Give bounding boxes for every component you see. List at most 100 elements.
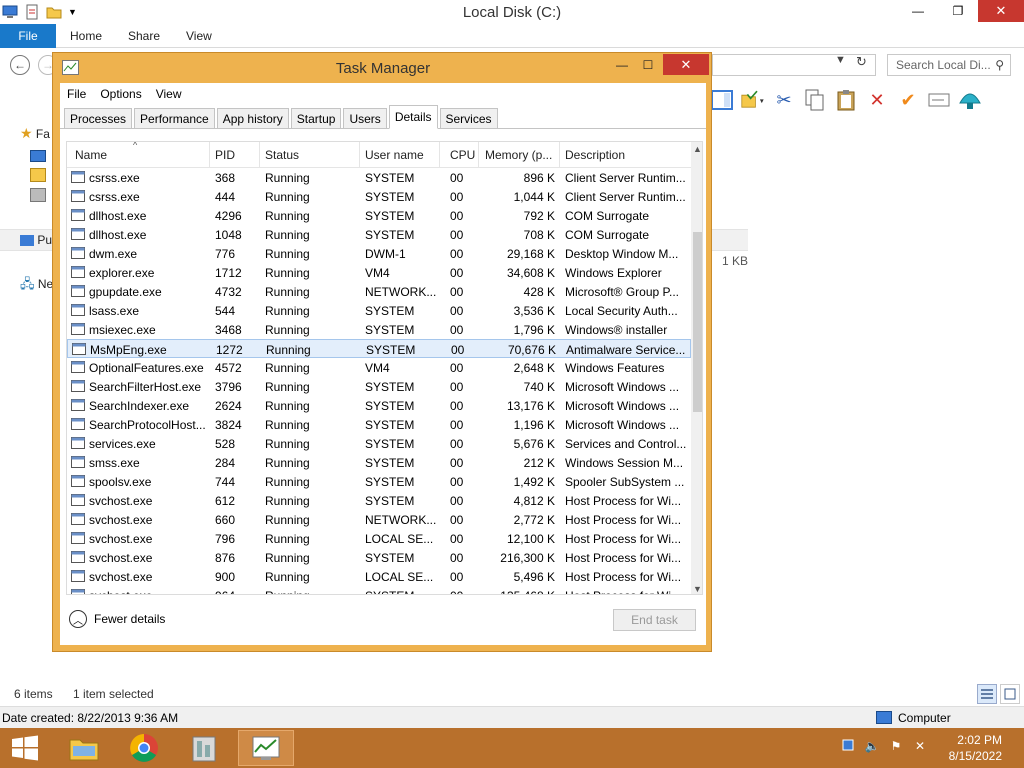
address-field[interactable] xyxy=(712,54,876,76)
process-row[interactable]: svchost.exe 612 Running SYSTEM 00 4,812 K Host… xyxy=(67,491,691,510)
cell-pid: 3468 xyxy=(215,323,242,337)
paste-icon[interactable] xyxy=(834,88,858,112)
rename-icon[interactable] xyxy=(927,88,951,112)
process-row[interactable]: SearchIndexer.exe 2624 Running SYSTEM 00 13,1… xyxy=(67,396,691,415)
tab-performance[interactable]: Performance xyxy=(134,108,215,129)
nav-network[interactable]: 🖧 Ne xyxy=(20,275,53,297)
action-center-icon[interactable]: ⚑ xyxy=(888,738,904,754)
clock[interactable]: 2:02 PM 8/15/2022 xyxy=(949,732,1002,764)
copy-icon[interactable] xyxy=(803,88,827,112)
tm-minimize-button[interactable]: — xyxy=(609,54,635,75)
process-row[interactable]: csrss.exe 368 Running SYSTEM 00 896 K Client S… xyxy=(67,168,691,187)
col-username[interactable]: User name xyxy=(365,148,424,162)
speaker-muted-icon[interactable]: 🔈 xyxy=(864,738,880,754)
task-manager-titlebar[interactable]: Task Manager — ☐ ✕ xyxy=(53,53,713,83)
tab-users[interactable]: Users xyxy=(343,108,387,129)
process-row[interactable]: dllhost.exe 4296 Running SYSTEM 00 792 K COM S… xyxy=(67,206,691,225)
tab-app-history[interactable]: App history xyxy=(216,108,289,129)
back-button[interactable]: ← xyxy=(10,55,30,75)
process-row[interactable]: SearchProtocolHost... 3824 Running SYSTEM 00… xyxy=(67,415,691,434)
col-pid[interactable]: PID xyxy=(215,148,235,162)
volume-icon[interactable]: ✕ xyxy=(912,738,928,754)
delete-icon[interactable]: ✕ xyxy=(865,88,889,112)
fewer-details-button[interactable]: ︿ Fewer details xyxy=(69,610,165,628)
taskbar-task-manager[interactable] xyxy=(238,730,294,766)
process-row[interactable]: svchost.exe 900 Running LOCAL SE... 00 5,496 … xyxy=(67,567,691,586)
process-row[interactable]: svchost.exe 660 Running NETWORK... 00 2,772 K… xyxy=(67,510,691,529)
nav-favorites[interactable]: ★ Fa xyxy=(20,125,50,142)
process-row[interactable]: MsMpEng.exe 1272 Running SYSTEM 00 70,676 K An… xyxy=(67,339,691,358)
tm-maximize-button[interactable]: ☐ xyxy=(635,54,661,75)
col-separator[interactable] xyxy=(209,142,210,168)
col-memory[interactable]: Memory (p... xyxy=(485,148,559,162)
preview-pane-icon[interactable] xyxy=(710,88,734,112)
vertical-scrollbar[interactable]: ▲ ▼ xyxy=(691,142,702,594)
recent-places-icon[interactable] xyxy=(30,188,46,202)
menu-file[interactable]: File xyxy=(60,83,93,105)
process-row[interactable]: svchost.exe 876 Running SYSTEM 00 216,300 K Ho… xyxy=(67,548,691,567)
cut-icon[interactable]: ✂ xyxy=(772,88,796,112)
minimize-button[interactable]: — xyxy=(898,0,938,22)
start-button[interactable] xyxy=(8,734,42,762)
ribbon-tab-view[interactable]: View xyxy=(186,29,212,43)
col-description[interactable]: Description xyxy=(565,148,625,162)
col-name[interactable]: Name xyxy=(75,148,107,162)
tab-startup[interactable]: Startup xyxy=(290,108,342,129)
ribbon-tab-share[interactable]: Share xyxy=(128,29,160,43)
menu-view[interactable]: View xyxy=(149,83,189,105)
shell-icon[interactable] xyxy=(958,88,982,112)
tab-details[interactable]: Details xyxy=(388,105,438,129)
end-task-button[interactable]: End task xyxy=(613,609,696,631)
col-separator[interactable] xyxy=(559,142,560,168)
taskbar-chrome[interactable] xyxy=(116,730,172,766)
process-row[interactable]: dwm.exe 776 Running DWM-1 00 29,168 K Desktop … xyxy=(67,244,691,263)
taskbar-control-panel[interactable] xyxy=(176,730,232,766)
col-separator[interactable] xyxy=(259,142,260,168)
scrollbar-thumb[interactable] xyxy=(693,232,702,412)
cell-status: Running xyxy=(265,532,310,546)
tab-processes[interactable]: Processes xyxy=(64,108,133,129)
col-status[interactable]: Status xyxy=(265,148,299,162)
process-row[interactable]: dllhost.exe 1048 Running SYSTEM 00 708 K COM S… xyxy=(67,225,691,244)
desktop-icon[interactable] xyxy=(30,150,46,162)
process-row[interactable]: gpupdate.exe 4732 Running NETWORK... 00 428 K… xyxy=(67,282,691,301)
cell-name: dllhost.exe xyxy=(89,209,147,223)
downloads-icon[interactable] xyxy=(30,168,46,182)
process-row[interactable]: csrss.exe 444 Running SYSTEM 00 1,044 K Client… xyxy=(67,187,691,206)
checkmark-icon[interactable]: ✔ xyxy=(896,88,920,112)
col-separator[interactable] xyxy=(359,142,360,168)
ribbon-tab-file[interactable]: File xyxy=(0,24,56,48)
move-to-icon[interactable]: ▼ xyxy=(741,88,765,112)
process-row[interactable]: explorer.exe 1712 Running VM4 00 34,608 K Wind… xyxy=(67,263,691,282)
refresh-icon[interactable]: ↻ xyxy=(856,54,867,70)
process-row[interactable]: svchost.exe 796 Running LOCAL SE... 00 12,100… xyxy=(67,529,691,548)
process-row[interactable]: smss.exe 284 Running SYSTEM 00 212 K Windows S… xyxy=(67,453,691,472)
process-row[interactable]: msiexec.exe 3468 Running SYSTEM 00 1,796 K Win… xyxy=(67,320,691,339)
large-icons-view-icon[interactable] xyxy=(1000,684,1020,704)
process-row[interactable]: OptionalFeatures.exe 4572 Running VM4 00 2,64… xyxy=(67,358,691,377)
menu-options[interactable]: Options xyxy=(93,83,148,105)
taskbar-file-explorer[interactable] xyxy=(56,730,112,766)
network-status-icon[interactable] xyxy=(840,738,856,754)
cell-username: SYSTEM xyxy=(365,551,415,565)
ribbon-tab-home[interactable]: Home xyxy=(70,29,102,43)
nav-public[interactable]: Pu xyxy=(20,233,52,247)
col-cpu[interactable]: CPU xyxy=(450,148,475,162)
address-dropdown-icon[interactable]: ▼ xyxy=(835,54,846,66)
close-button[interactable]: ✕ xyxy=(978,0,1024,22)
col-separator[interactable] xyxy=(478,142,479,168)
process-row[interactable]: SearchFilterHost.exe 3796 Running SYSTEM 00 7… xyxy=(67,377,691,396)
process-row[interactable]: lsass.exe 544 Running SYSTEM 00 3,536 K Local … xyxy=(67,301,691,320)
tab-services[interactable]: Services xyxy=(439,108,498,129)
details-view-icon[interactable] xyxy=(977,684,997,704)
process-row[interactable]: spoolsv.exe 744 Running SYSTEM 00 1,492 K Spoo… xyxy=(67,472,691,491)
scroll-up-icon[interactable]: ▲ xyxy=(691,144,702,154)
cell-description: Host Process for Wi... xyxy=(565,570,682,584)
tm-close-button[interactable]: ✕ xyxy=(663,54,709,75)
restore-button[interactable]: ❐ xyxy=(938,0,978,22)
process-row[interactable]: svchost.exe 964 Running SYSTEM 00135,468 K Ho… xyxy=(67,586,691,594)
process-row[interactable]: services.exe 528 Running SYSTEM 00 5,676 K Ser… xyxy=(67,434,691,453)
scroll-down-icon[interactable]: ▼ xyxy=(691,584,702,594)
col-separator[interactable] xyxy=(439,142,440,168)
search-input[interactable]: Search Local Di... ⚲ xyxy=(887,54,1011,76)
